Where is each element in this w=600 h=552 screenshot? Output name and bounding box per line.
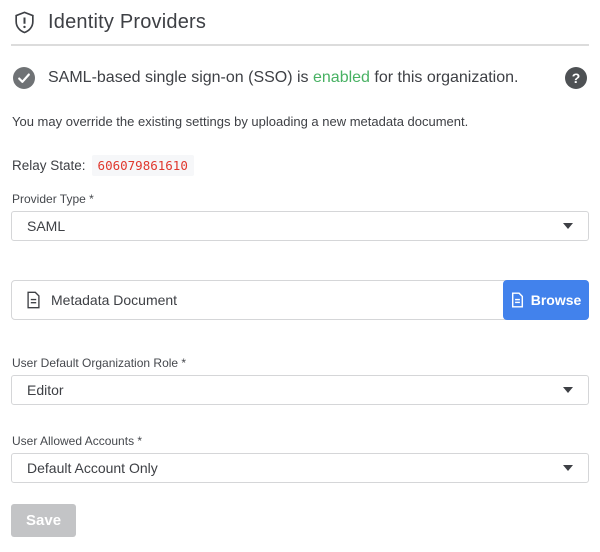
identity-providers-page: Identity Providers SAML-based single sig…	[0, 0, 600, 537]
provider-type-select[interactable]: SAML	[11, 211, 589, 241]
sso-status-row: SAML-based single sign-on (SSO) is enabl…	[13, 67, 587, 89]
metadata-document-placeholder: Metadata Document	[51, 292, 177, 308]
user-allowed-accounts-value: Default Account Only	[27, 460, 158, 476]
user-default-org-role-select[interactable]: Editor	[11, 375, 589, 405]
user-allowed-accounts-select[interactable]: Default Account Only	[11, 453, 589, 483]
page-title: Identity Providers	[48, 11, 206, 34]
relay-state-label: Relay State:	[12, 158, 86, 173]
relay-state-row: Relay State: 606079861610	[12, 155, 588, 176]
provider-type-label: Provider Type *	[12, 192, 588, 206]
browse-button-label: Browse	[531, 292, 582, 308]
document-icon	[26, 291, 41, 309]
metadata-document-placeholder-wrap: Metadata Document	[12, 291, 177, 309]
page-header: Identity Providers	[11, 0, 589, 46]
sso-status-text-after: for this organization.	[370, 69, 519, 86]
provider-type-group: Provider Type * SAML	[11, 192, 589, 241]
user-default-org-role-value: Editor	[27, 382, 64, 398]
metadata-document-input[interactable]: Metadata Document Browse	[11, 280, 589, 320]
save-button[interactable]: Save	[11, 504, 76, 537]
help-icon[interactable]: ?	[565, 67, 587, 89]
chevron-down-icon	[563, 465, 573, 471]
sso-enabled-highlight: enabled	[313, 69, 370, 86]
user-default-org-role-group: User Default Organization Role * Editor	[11, 356, 589, 405]
save-row: Save	[11, 504, 589, 537]
chevron-down-icon	[563, 387, 573, 393]
user-default-org-role-label: User Default Organization Role *	[12, 356, 588, 370]
sso-status-text: SAML-based single sign-on (SSO) is enabl…	[48, 69, 518, 87]
check-circle-icon	[13, 67, 35, 89]
provider-type-value: SAML	[27, 218, 65, 234]
document-icon-white	[511, 292, 524, 308]
user-allowed-accounts-label: User Allowed Accounts *	[12, 434, 588, 448]
shield-exclamation-icon	[12, 9, 37, 36]
browse-button[interactable]: Browse	[503, 280, 589, 320]
relay-state-value: 606079861610	[92, 155, 194, 176]
user-allowed-accounts-group: User Allowed Accounts * Default Account …	[11, 434, 589, 483]
override-description: You may override the existing settings b…	[12, 114, 588, 129]
sso-status-text-before: SAML-based single sign-on (SSO) is	[48, 69, 313, 86]
chevron-down-icon	[563, 223, 573, 229]
